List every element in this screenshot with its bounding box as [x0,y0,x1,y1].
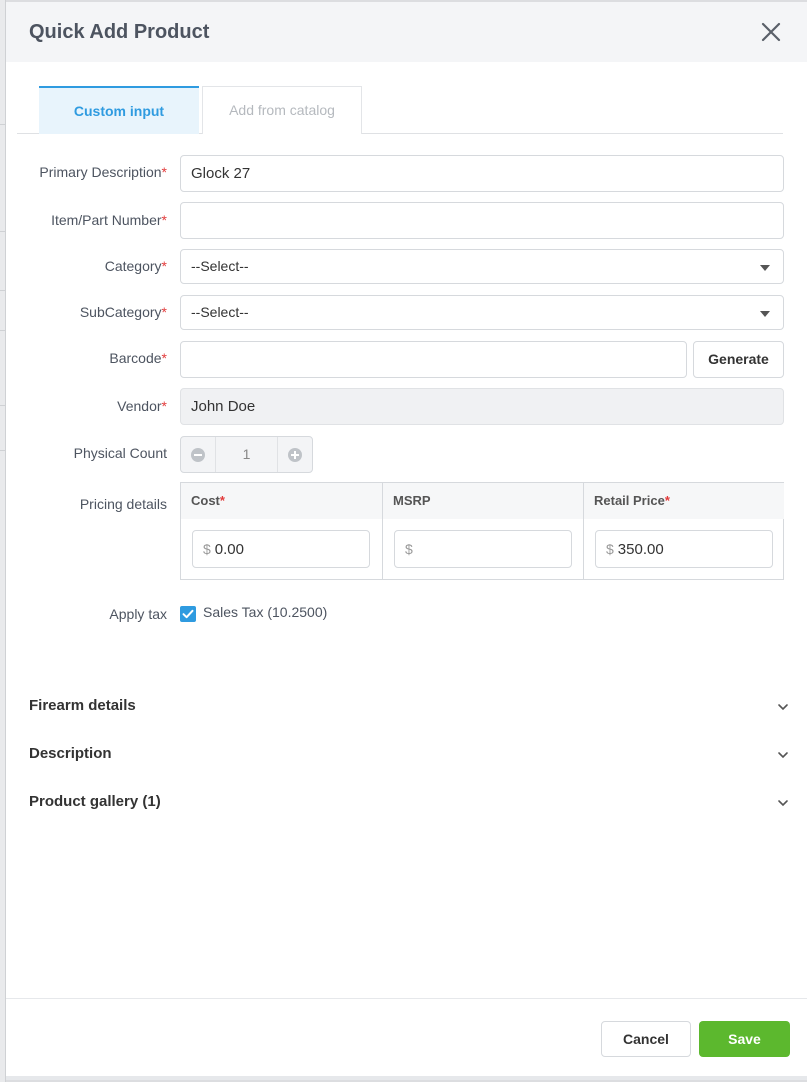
currency-symbol: $ [606,541,614,557]
retail-price-header: Retail Price* [584,483,784,519]
retail-price-input[interactable]: $350.00 [595,530,773,568]
cancel-button[interactable]: Cancel [601,1021,691,1057]
msrp-input[interactable]: $ [394,530,572,568]
vendor-label: Vendor* [117,398,167,414]
increment-button[interactable] [278,437,312,472]
msrp-column: MSRP $ [382,483,583,579]
apply-tax-label: Apply tax [109,606,167,622]
physical-count-stepper: 1 [180,436,313,473]
chevron-down-icon [778,752,788,759]
chevron-down-icon [778,800,788,807]
chevron-down-icon [760,265,770,271]
barcode-input[interactable] [180,341,687,378]
tab-add-from-catalog[interactable]: Add from catalog [202,86,362,134]
checkmark-icon [182,609,194,619]
vendor-field: John Doe [180,388,784,425]
category-selected-value: --Select-- [191,258,249,274]
quick-add-product-modal: Quick Add Product Custom input Add from … [6,2,807,1080]
sales-tax-checkbox[interactable] [180,606,196,622]
footer-divider [6,1076,807,1080]
cost-header: Cost* [181,483,382,519]
modal-footer: Cancel Save [6,998,807,1080]
close-icon [761,22,781,42]
close-button[interactable] [759,20,783,44]
retail-price-column: Retail Price* $350.00 [583,483,784,579]
tab-bar: Custom input Add from catalog [17,86,783,134]
section-title: Firearm details [29,697,136,714]
generate-barcode-button[interactable]: Generate [693,341,784,378]
save-button[interactable]: Save [699,1021,790,1057]
cost-input[interactable]: $0.00 [192,530,370,568]
tab-custom-input[interactable]: Custom input [39,86,199,134]
chevron-down-icon [778,704,788,711]
currency-symbol: $ [203,541,211,557]
primary-description-label: Primary Description* [39,164,167,180]
barcode-label: Barcode* [109,350,167,366]
sales-tax-option-label: Sales Tax (10.2500) [203,604,328,620]
modal-title: Quick Add Product [29,21,210,43]
plus-circle-icon [288,447,302,462]
minus-circle-icon [191,447,205,462]
section-product-gallery[interactable]: Product gallery (1) [29,793,789,817]
pricing-details-label: Pricing details [79,496,167,512]
chevron-down-icon [760,311,770,317]
subcategory-selected-value: --Select-- [191,304,249,320]
section-firearm-details[interactable]: Firearm details [29,697,789,721]
section-description[interactable]: Description [29,745,789,769]
section-title: Product gallery (1) [29,793,161,810]
subcategory-label: SubCategory* [79,304,167,320]
msrp-header: MSRP [383,483,583,519]
category-label: Category* [104,258,167,274]
primary-description-input[interactable]: Glock 27 [180,155,784,192]
modal-header: Quick Add Product [6,2,807,62]
category-select[interactable]: --Select-- [180,249,784,284]
cost-column: Cost* $0.00 [181,483,382,579]
currency-symbol: $ [405,541,413,557]
section-title: Description [29,745,112,762]
pricing-table: Cost* $0.00 MSRP $ Retail Price* $350.00 [180,482,784,580]
physical-count-label: Physical Count [73,445,167,461]
item-part-number-input[interactable] [180,202,784,239]
item-part-number-label: Item/Part Number* [51,212,167,228]
subcategory-select[interactable]: --Select-- [180,295,784,330]
decrement-button[interactable] [181,437,215,472]
physical-count-value[interactable]: 1 [215,437,278,472]
